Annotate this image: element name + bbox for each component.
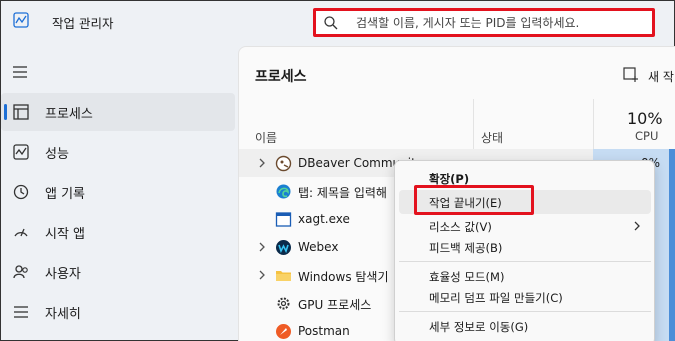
nav-item-users[interactable]: 사용자 (1, 253, 235, 291)
nav-item-processes[interactable]: 프로세스 (1, 93, 235, 131)
performance-icon (13, 144, 29, 160)
title-bar: 작업 관리자 (1, 1, 675, 43)
process-name: 탭: 제목을 입력해 (298, 186, 387, 200)
chart-icon (13, 12, 29, 28)
details-icon (14, 306, 28, 318)
process-name: Webex (298, 240, 339, 254)
nav-item-app-history[interactable]: 앱 기록 (1, 173, 235, 211)
menu-item-go-to-details[interactable]: 세부 정보로 이동(G) (399, 314, 651, 338)
app-history-icon (13, 184, 29, 200)
search-box[interactable] (313, 8, 655, 37)
nav-item-performance[interactable]: 성능 (1, 133, 235, 171)
processes-icon (13, 104, 29, 120)
postman-icon (276, 324, 291, 339)
menu-item-label: 피드백 제공(B) (429, 241, 503, 255)
menu-divider (399, 261, 651, 262)
webex-icon (276, 240, 291, 255)
folder-icon (276, 271, 291, 281)
menu-item-label: 메모리 덤프 파일 만들기(C) (429, 291, 563, 305)
process-name: GPU 프로세스 (298, 298, 372, 312)
page-title: 프로세스 (255, 69, 307, 85)
startup-icon (14, 228, 28, 237)
menu-item-feedback[interactable]: 피드백 제공(B) (399, 235, 651, 259)
edge-icon (276, 184, 291, 199)
end-task-highlight (414, 185, 534, 215)
menu-item-create-dump[interactable]: 메모리 덤프 파일 만들기(C) (399, 285, 651, 309)
column-header-cpu[interactable]: CPU (635, 129, 658, 143)
app-window-icon (275, 212, 292, 227)
process-name: xagt.exe (298, 212, 350, 226)
nav-label: 사용자 (45, 267, 81, 282)
new-task-icon[interactable] (623, 67, 639, 83)
column-header-status[interactable]: 상태 (481, 129, 503, 146)
cpu-total: 10% (627, 109, 663, 128)
column-divider (473, 99, 474, 149)
new-task-button[interactable]: 새 작 (648, 68, 674, 85)
scrollbar[interactable] (669, 149, 675, 341)
gear-icon (277, 297, 290, 310)
menu-item-label: 세부 정보로 이동(G) (429, 320, 529, 334)
menu-divider (399, 311, 651, 312)
column-header-name[interactable]: 이름 (255, 129, 277, 146)
chevron-right-icon (634, 221, 640, 231)
app-title: 작업 관리자 (52, 16, 114, 31)
nav-label: 앱 기록 (45, 187, 86, 202)
nav-item-startup[interactable]: 시작 앱 (1, 213, 235, 251)
menu-icon[interactable] (12, 65, 28, 79)
active-indicator (4, 104, 7, 120)
chevron-right-icon[interactable] (257, 157, 267, 169)
nav-label: 프로세스 (45, 107, 93, 122)
chevron-right-icon[interactable] (257, 269, 267, 281)
nav-label: 자세히 (45, 307, 81, 322)
users-icon (13, 265, 28, 279)
menu-item-label: 리소스 값(V) (429, 220, 492, 234)
process-name: Postman (298, 324, 350, 338)
search-input[interactable] (356, 14, 646, 32)
chevron-right-icon[interactable] (257, 241, 267, 253)
nav-item-details[interactable]: 자세히 (1, 293, 235, 331)
column-divider (593, 99, 594, 149)
process-name: Windows 탐색기 (298, 270, 389, 284)
nav-label: 시작 앱 (45, 227, 86, 242)
nav-label: 성능 (45, 147, 69, 162)
menu-item-label: 효율성 모드(M) (429, 270, 505, 284)
dbeaver-icon (275, 155, 292, 172)
search-icon (324, 16, 338, 30)
